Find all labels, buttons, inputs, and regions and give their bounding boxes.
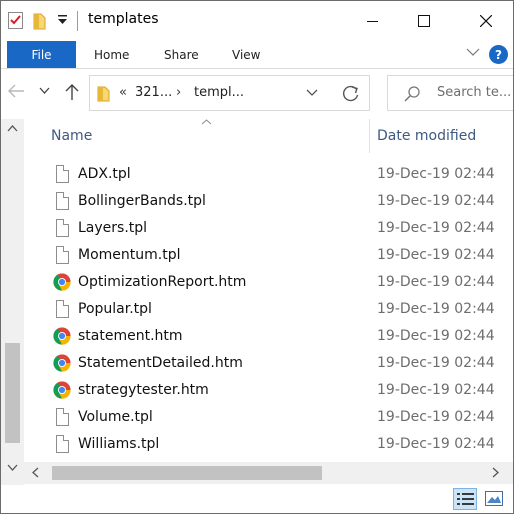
large-icons-view-icon: [485, 491, 503, 506]
close-button[interactable]: [463, 1, 509, 41]
scroll-up-icon[interactable]: [7, 125, 18, 132]
address-overflow-icon[interactable]: «: [119, 85, 127, 100]
large-icons-view-button[interactable]: [482, 488, 506, 510]
navigation-bar: « 321... › templ... Search te...: [1, 69, 513, 118]
file-date-modified: 19-Dec-19 02:44: [377, 436, 495, 452]
folder-icon: [97, 86, 110, 102]
close-icon: [480, 15, 492, 27]
file-date-modified: 19-Dec-19 02:44: [377, 166, 495, 182]
file-name: strategytester.htm: [78, 382, 209, 398]
file-date-modified: 19-Dec-19 02:44: [377, 220, 495, 236]
minimize-button[interactable]: [349, 1, 395, 41]
file-name: Layers.tpl: [78, 220, 148, 236]
file-date-modified: 19-Dec-19 02:44: [377, 193, 495, 209]
column-divider[interactable]: [369, 119, 370, 153]
file-row[interactable]: BollingerBands.tpl 19-Dec-19 02:44: [31, 188, 513, 215]
properties-check-icon[interactable]: [8, 12, 23, 29]
file-explorer-window: templates File Home Share View ? « 321..…: [0, 0, 514, 514]
file-name: Volume.tpl: [78, 409, 153, 425]
file-row[interactable]: Popular.tpl 19-Dec-19 02:44: [31, 296, 513, 323]
file-row[interactable]: StatementDetailed.htm 19-Dec-19 02:44: [31, 350, 513, 377]
horizontal-scrollbar[interactable]: [24, 462, 513, 484]
file-row[interactable]: Momentum.tpl 19-Dec-19 02:44: [31, 242, 513, 269]
details-view-icon: [457, 493, 474, 505]
tab-file[interactable]: File: [7, 41, 76, 68]
chrome-icon: [53, 381, 71, 399]
file-date-modified: 19-Dec-19 02:44: [377, 409, 495, 425]
maximize-icon: [418, 15, 430, 27]
minimize-icon: [366, 20, 378, 22]
window-title: templates: [88, 11, 159, 27]
title-separator: [77, 11, 78, 31]
help-icon[interactable]: ?: [489, 45, 508, 64]
file-date-modified: 19-Dec-19 02:44: [377, 328, 495, 344]
file-date-modified: 19-Dec-19 02:44: [377, 382, 495, 398]
breadcrumb-segment[interactable]: 321...: [135, 85, 172, 100]
horizontal-scroll-thumb[interactable]: [52, 466, 322, 480]
expand-ribbon-chevron-icon[interactable]: [466, 48, 480, 57]
document-icon: [53, 219, 71, 237]
recent-locations-chevron-icon[interactable]: [39, 87, 50, 95]
file-date-modified: 19-Dec-19 02:44: [377, 301, 495, 317]
chrome-icon: [53, 327, 71, 345]
document-icon: [53, 192, 71, 210]
chrome-icon: [53, 273, 71, 291]
refresh-icon: [342, 85, 359, 102]
scroll-right-icon[interactable]: [492, 467, 499, 478]
maximize-button[interactable]: [401, 1, 447, 41]
file-name: OptimizationReport.htm: [78, 274, 247, 290]
column-header-name[interactable]: Name: [51, 128, 92, 144]
file-row[interactable]: Layers.tpl 19-Dec-19 02:44: [31, 215, 513, 242]
vertical-scrollbar[interactable]: [1, 119, 24, 485]
file-row[interactable]: Williams.tpl 19-Dec-19 02:44: [31, 431, 513, 458]
scroll-left-icon[interactable]: [32, 467, 39, 478]
file-date-modified: 19-Dec-19 02:44: [377, 247, 495, 263]
chrome-icon: [53, 354, 71, 372]
document-icon: [53, 408, 71, 426]
file-name: statement.htm: [78, 328, 183, 344]
address-bar[interactable]: « 321... › templ...: [89, 75, 333, 111]
search-icon: [404, 86, 420, 102]
file-row[interactable]: statement.htm 19-Dec-19 02:44: [31, 323, 513, 350]
file-name: ADX.tpl: [78, 166, 131, 182]
file-row[interactable]: Volume.tpl 19-Dec-19 02:44: [31, 404, 513, 431]
column-header-date-modified[interactable]: Date modified: [377, 128, 476, 144]
document-icon: [53, 246, 71, 264]
back-arrow-icon[interactable]: [7, 83, 25, 99]
quick-access-dropdown-icon[interactable]: [58, 15, 67, 28]
file-name: Momentum.tpl: [78, 247, 181, 263]
column-headers: Name Date modified: [31, 119, 513, 153]
ribbon-tabs: File Home Share View ?: [1, 41, 513, 68]
breadcrumb-separator[interactable]: ›: [176, 85, 181, 100]
file-row[interactable]: OptimizationReport.htm 19-Dec-19 02:44: [31, 269, 513, 296]
status-bar: [1, 485, 513, 513]
tab-share[interactable]: Share: [164, 41, 199, 68]
file-row[interactable]: ADX.tpl 19-Dec-19 02:44: [31, 161, 513, 188]
file-date-modified: 19-Dec-19 02:44: [377, 274, 495, 290]
title-bar: templates: [1, 1, 513, 41]
document-icon: [53, 435, 71, 453]
file-name: Popular.tpl: [78, 301, 152, 317]
new-folder-icon[interactable]: [33, 13, 46, 30]
address-dropdown-chevron-icon[interactable]: [306, 89, 318, 97]
refresh-button[interactable]: [332, 75, 370, 111]
search-input[interactable]: Search te...: [437, 85, 511, 100]
file-name: BollingerBands.tpl: [78, 193, 206, 209]
details-view-button[interactable]: [453, 488, 477, 510]
up-arrow-icon[interactable]: [64, 83, 80, 101]
document-icon: [53, 165, 71, 183]
search-box[interactable]: Search te...: [387, 75, 513, 111]
file-name: Williams.tpl: [78, 436, 160, 452]
document-icon: [53, 300, 71, 318]
breadcrumb-segment[interactable]: templ...: [194, 85, 244, 100]
file-row[interactable]: strategytester.htm 19-Dec-19 02:44: [31, 377, 513, 404]
tab-view[interactable]: View: [232, 41, 260, 68]
vertical-scroll-thumb[interactable]: [5, 343, 20, 443]
sort-ascending-icon: [201, 119, 212, 125]
file-name: StatementDetailed.htm: [78, 355, 243, 371]
file-list: ADX.tpl 19-Dec-19 02:44 BollingerBands.tpl…: [31, 161, 513, 461]
scroll-down-icon[interactable]: [7, 464, 18, 471]
tab-home[interactable]: Home: [94, 41, 129, 68]
file-date-modified: 19-Dec-19 02:44: [377, 355, 495, 371]
